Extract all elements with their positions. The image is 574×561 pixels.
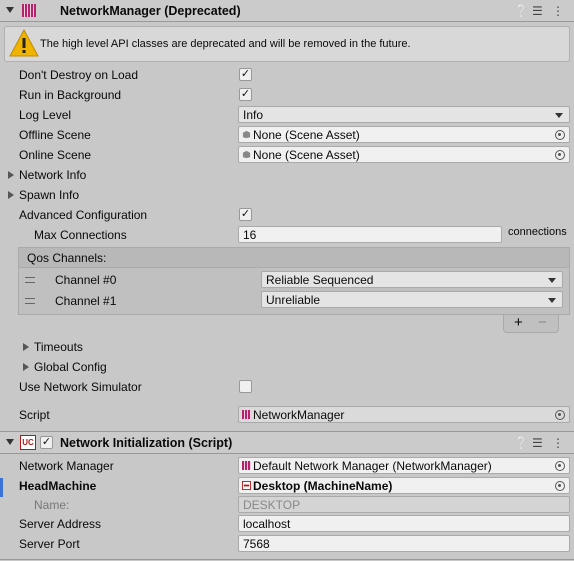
header-icons: ❔ ☰ ⋮ <box>514 436 566 450</box>
object-picker-icon[interactable] <box>555 410 565 420</box>
dont-destroy-checkbox[interactable]: ✓ <box>239 68 252 81</box>
foldout-right-icon[interactable] <box>23 363 29 371</box>
kebab-menu-icon[interactable]: ⋮ <box>552 436 564 450</box>
channel-1-value: Unreliable <box>266 293 321 307</box>
scene-asset-icon <box>242 150 251 159</box>
network-manager-icon <box>242 461 251 470</box>
offline-scene-value: None (Scene Asset) <box>253 128 360 142</box>
ni-component-header[interactable]: UC ✓ Network Initialization (Script) ❔ ☰… <box>0 432 574 454</box>
kebab-menu-icon[interactable]: ⋮ <box>552 4 564 18</box>
server-address-input[interactable]: localhost <box>238 515 570 532</box>
run-in-background-label: Run in Background <box>19 88 122 102</box>
spawn-info-foldout[interactable]: Spawn Info <box>19 188 79 202</box>
component-title: NetworkManager (Deprecated) <box>60 4 241 18</box>
warning-text: The high level API classes are deprecate… <box>40 38 411 50</box>
channel-0-value: Reliable Sequenced <box>266 273 374 287</box>
global-config-foldout[interactable]: Global Config <box>34 360 107 374</box>
headmachine-value: Desktop (MachineName) <box>253 479 393 493</box>
connections-unit-label: connections <box>508 226 567 238</box>
channel-label: Channel #0 <box>55 273 117 287</box>
object-picker-icon[interactable] <box>555 150 565 160</box>
nm-component-header[interactable]: NetworkManager (Deprecated) ❔ ☰ ⋮ <box>0 0 574 22</box>
name-readonly-field: DESKTOP <box>238 496 570 513</box>
chevron-down-icon <box>548 278 556 283</box>
channel-1-dropdown[interactable]: Unreliable <box>261 291 563 308</box>
offline-scene-label: Offline Scene <box>19 128 91 142</box>
max-connections-label: Max Connections <box>34 228 127 242</box>
run-in-background-checkbox[interactable]: ✓ <box>239 88 252 101</box>
component-enabled-checkbox[interactable]: ✓ <box>40 436 53 449</box>
help-icon[interactable]: ❔ <box>514 4 529 18</box>
qos-channels-list: Qos Channels: Channel #0 Reliable Sequen… <box>18 247 570 315</box>
script-asset-icon <box>242 410 251 419</box>
network-manager-icon <box>22 4 36 17</box>
name-value: DESKTOP <box>243 498 301 512</box>
headmachine-field[interactable]: Desktop (MachineName) <box>238 477 570 494</box>
name-label: Name: <box>34 498 70 512</box>
max-connections-input[interactable]: 16 <box>238 226 502 243</box>
object-picker-icon[interactable] <box>555 461 565 471</box>
chevron-down-icon <box>555 113 563 118</box>
max-connections-value: 16 <box>243 228 257 242</box>
online-scene-field[interactable]: None (Scene Asset) <box>238 146 570 163</box>
log-level-value: Info <box>243 108 264 122</box>
headmachine-label: HeadMachine <box>19 479 97 493</box>
list-add-remove-footer: + − <box>503 314 559 333</box>
scene-asset-icon <box>242 130 251 139</box>
warning-icon <box>9 29 39 57</box>
qos-channels-header: Qos Channels: <box>19 248 569 268</box>
foldout-arrow-icon[interactable] <box>6 439 14 445</box>
network-manager-label: Network Manager <box>19 459 114 473</box>
online-scene-value: None (Scene Asset) <box>253 148 360 162</box>
object-picker-icon[interactable] <box>555 130 565 140</box>
drag-handle-icon[interactable] <box>25 277 35 283</box>
help-icon[interactable]: ❔ <box>514 436 529 450</box>
foldout-right-icon[interactable] <box>8 171 14 179</box>
script-component-icon: UC <box>20 435 36 450</box>
chevron-down-icon <box>548 298 556 303</box>
network-simulator-checkbox[interactable] <box>239 380 252 393</box>
preset-icon[interactable]: ☰ <box>532 4 543 18</box>
network-manager-value: Default Network Manager (NetworkManager) <box>253 459 492 473</box>
machine-name-icon <box>242 481 251 490</box>
header-icons: ❔ ☰ ⋮ <box>514 4 566 18</box>
network-manager-field[interactable]: Default Network Manager (NetworkManager) <box>238 457 570 474</box>
online-scene-label: Online Scene <box>19 148 92 162</box>
server-address-value: localhost <box>243 517 291 531</box>
foldout-right-icon[interactable] <box>23 343 29 351</box>
offline-scene-field[interactable]: None (Scene Asset) <box>238 126 570 143</box>
object-picker-icon[interactable] <box>555 481 565 491</box>
foldout-arrow-icon[interactable] <box>6 7 14 13</box>
deprecation-warning-box: The high level API classes are deprecate… <box>4 26 570 62</box>
add-element-button[interactable]: + <box>514 314 523 331</box>
advanced-configuration-checkbox[interactable]: ✓ <box>239 208 252 221</box>
modified-indicator <box>0 478 3 497</box>
script-value: NetworkManager <box>253 408 345 422</box>
script-label: Script <box>19 408 50 422</box>
foldout-right-icon[interactable] <box>8 191 14 199</box>
component-title: Network Initialization (Script) <box>60 436 233 450</box>
dont-destroy-label: Don't Destroy on Load <box>19 68 139 82</box>
qos-channels-label: Qos Channels: <box>27 251 107 265</box>
server-address-label: Server Address <box>19 517 102 531</box>
channel-0-dropdown[interactable]: Reliable Sequenced <box>261 271 563 288</box>
network-info-foldout[interactable]: Network Info <box>19 168 86 182</box>
timeouts-foldout[interactable]: Timeouts <box>34 340 83 354</box>
drag-handle-icon[interactable] <box>25 298 35 304</box>
server-port-label: Server Port <box>19 537 80 551</box>
remove-element-button[interactable]: − <box>538 314 547 331</box>
preset-icon[interactable]: ☰ <box>532 436 543 450</box>
channel-label: Channel #1 <box>55 294 117 308</box>
server-port-input[interactable]: 7568 <box>238 535 570 552</box>
server-port-value: 7568 <box>243 537 270 551</box>
bottom-divider <box>0 559 574 560</box>
advanced-configuration-label: Advanced Configuration <box>19 208 148 222</box>
log-level-dropdown[interactable]: Info <box>238 106 570 123</box>
log-level-label: Log Level <box>19 108 72 122</box>
script-field[interactable]: NetworkManager <box>238 406 570 423</box>
network-simulator-label: Use Network Simulator <box>19 380 142 394</box>
